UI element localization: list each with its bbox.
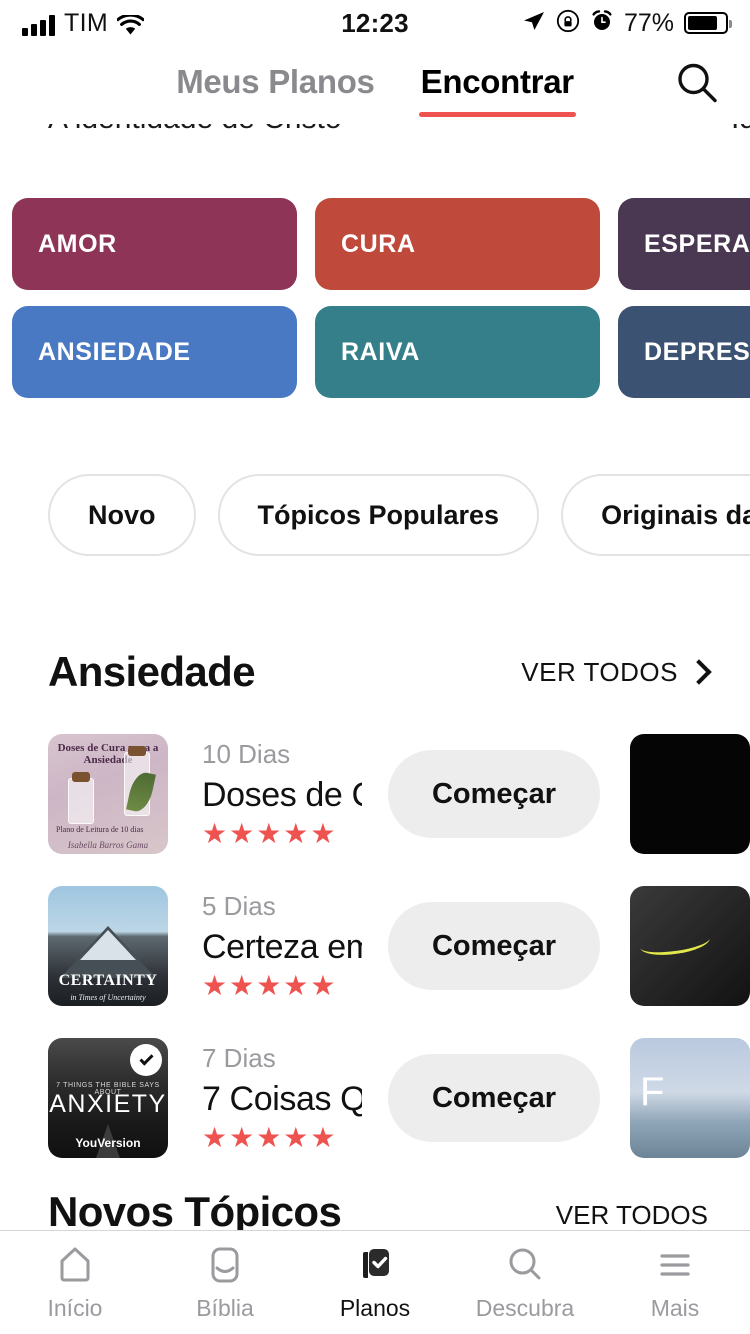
nav-tab-encontrar[interactable]: Encontrar bbox=[418, 63, 576, 117]
squiggle-shape bbox=[638, 927, 712, 959]
plan-duration: 7 Dias bbox=[202, 1043, 276, 1073]
nav-tab-meus-planos[interactable]: Meus Planos bbox=[176, 63, 375, 107]
thumbnail-letter: F bbox=[640, 1070, 665, 1114]
carousel-peek-row: A identidade de Cristo Id bbox=[0, 124, 750, 172]
rating-stars: ★★★★★ bbox=[202, 818, 338, 849]
filter-pill-label: Tópicos Populares bbox=[257, 499, 500, 530]
tab-label: Mais bbox=[650, 1294, 700, 1321]
category-tile-amor[interactable]: AMOR bbox=[12, 198, 297, 290]
tab-label: Bíblia bbox=[196, 1294, 254, 1321]
bottle-shape bbox=[68, 778, 94, 824]
tab-planos[interactable]: Planos bbox=[300, 1244, 450, 1322]
category-label: RAIVA bbox=[341, 337, 420, 366]
category-label: ESPERANÇA bbox=[644, 229, 750, 258]
plan-list: Doses de Cura para a Ansiedade Plano de … bbox=[0, 718, 750, 1174]
adjacent-plan-thumbnail[interactable] bbox=[630, 734, 750, 854]
plan-thumbnail[interactable]: 7 THINGS THE BIBLE SAYS ABOUT ANXIETY Yo… bbox=[48, 1038, 168, 1158]
see-all-button[interactable]: VER TODOS bbox=[521, 656, 712, 688]
filter-pill-label: Originais da bbox=[601, 499, 750, 530]
thumbnail-subtitle: in Times of Uncertainty bbox=[70, 993, 146, 1002]
thumbnail-subtitle: Plano de Leitura de 10 dias bbox=[56, 825, 144, 834]
start-button[interactable]: Começar bbox=[388, 1054, 600, 1142]
plan-meta: 5 Dias Certeza em Te... ★★★★★ bbox=[168, 891, 362, 1001]
section-header-ansiedade: Ansiedade VER TODOS bbox=[0, 648, 750, 696]
tab-label: Início bbox=[47, 1294, 103, 1321]
plan-meta: 10 Dias Doses de Cura... ★★★★★ bbox=[168, 739, 362, 849]
adjacent-plan-thumbnail[interactable]: F bbox=[630, 1038, 750, 1158]
next-section-see-all[interactable]: VER TODOS bbox=[556, 1200, 708, 1231]
start-button[interactable]: Começar bbox=[388, 750, 600, 838]
category-tile-cura[interactable]: CURA bbox=[315, 198, 600, 290]
category-label: DEPRESSÃO bbox=[644, 337, 750, 366]
battery-icon bbox=[684, 12, 732, 34]
carousel-peek-title: A identidade de Cristo bbox=[48, 124, 342, 136]
rating-stars: ★★★★★ bbox=[202, 1122, 338, 1153]
check-icon bbox=[138, 1051, 154, 1066]
tab-descubra[interactable]: Descubra bbox=[450, 1244, 600, 1322]
page-title: Ansiedade bbox=[48, 648, 256, 695]
tab-biblia[interactable]: Bíblia bbox=[150, 1244, 300, 1322]
top-nav: Meus Planos Encontrar bbox=[0, 46, 750, 124]
filter-pill-novo[interactable]: Novo bbox=[48, 474, 196, 556]
start-button[interactable]: Começar bbox=[388, 902, 600, 990]
plan-duration: 5 Dias bbox=[202, 891, 276, 921]
filter-pill-originais-da[interactable]: Originais da bbox=[561, 474, 750, 556]
mountain-peak-shape bbox=[80, 930, 136, 960]
completed-badge bbox=[130, 1044, 162, 1076]
category-tile-raiva[interactable]: RAIVA bbox=[315, 306, 600, 398]
tab-label: Descubra bbox=[475, 1294, 575, 1321]
search-icon[interactable] bbox=[674, 60, 720, 111]
category-row-1: AMOR CURA ESPERANÇA bbox=[12, 198, 750, 290]
cork-shape bbox=[128, 746, 146, 756]
plan-thumbnail[interactable]: Doses de Cura para a Ansiedade Plano de … bbox=[48, 734, 168, 854]
tab-mais[interactable]: Mais bbox=[600, 1244, 750, 1322]
plan-title: Doses de Cura... bbox=[202, 776, 362, 814]
menu-icon bbox=[654, 1244, 696, 1286]
filter-pill-topicos-populares[interactable]: Tópicos Populares bbox=[217, 474, 540, 556]
filter-pill-row: Novo Tópicos Populares Originais da bbox=[0, 474, 750, 556]
status-bar: TIM 12:23 77% bbox=[0, 0, 750, 46]
plan-thumbnail[interactable]: CERTAINTY in Times of Uncertainty bbox=[48, 886, 168, 1006]
app-screen: TIM 12:23 77% Meus Planos Encontrar AMOR… bbox=[0, 0, 750, 1334]
thumbnail-signature: Isabella Barros Gama bbox=[67, 840, 149, 850]
thumbnail-caption: CERTAINTY bbox=[58, 972, 158, 989]
start-button-label: Começar bbox=[431, 1081, 557, 1114]
list-item[interactable]: Doses de Cura para a Ansiedade Plano de … bbox=[48, 718, 750, 870]
plan-duration: 10 Dias bbox=[202, 739, 291, 769]
category-label: CURA bbox=[341, 229, 416, 258]
plan-meta: 7 Dias 7 Coisas Que... ★★★★★ bbox=[168, 1043, 362, 1153]
tab-label: Planos bbox=[339, 1294, 411, 1321]
chevron-right-icon bbox=[686, 659, 712, 685]
plan-title: Certeza em Te... bbox=[202, 928, 362, 966]
start-button-label: Começar bbox=[431, 777, 557, 810]
filter-pill-label: Novo bbox=[88, 499, 156, 530]
see-all-label: VER TODOS bbox=[521, 656, 678, 687]
thumbnail-caption: ANXIETY bbox=[49, 1090, 167, 1118]
category-tile-depressao[interactable]: DEPRESSÃO bbox=[618, 306, 750, 398]
bottom-tab-bar: Início Bíblia Planos Descubra Mais bbox=[0, 1230, 750, 1334]
category-tile-esperanca[interactable]: ESPERANÇA bbox=[618, 198, 750, 290]
checklist-icon bbox=[354, 1244, 396, 1286]
tab-inicio[interactable]: Início bbox=[0, 1244, 150, 1322]
category-grid: AMOR CURA ESPERANÇA ANSIEDADE RAIVA DEPR… bbox=[0, 198, 750, 414]
list-item[interactable]: CERTAINTY in Times of Uncertainty 5 Dias… bbox=[48, 870, 750, 1022]
thumbnail-caption: Doses de Cura para a Ansiedade bbox=[57, 742, 159, 766]
category-tile-ansiedade[interactable]: ANSIEDADE bbox=[12, 306, 297, 398]
rating-stars: ★★★★★ bbox=[202, 970, 338, 1001]
adjacent-plan-thumbnail[interactable] bbox=[630, 886, 750, 1006]
list-item[interactable]: 7 THINGS THE BIBLE SAYS ABOUT ANXIETY Yo… bbox=[48, 1022, 750, 1174]
category-row-2: ANSIEDADE RAIVA DEPRESSÃO bbox=[12, 306, 750, 398]
carousel-peek-title-right: Id bbox=[731, 124, 750, 136]
thumbnail-brand: YouVersion bbox=[75, 1136, 141, 1150]
status-bar-clock: 12:23 bbox=[341, 7, 409, 38]
search-icon bbox=[504, 1244, 546, 1286]
plan-title: 7 Coisas Que... bbox=[202, 1080, 362, 1118]
category-label: AMOR bbox=[38, 229, 117, 258]
cork-shape bbox=[72, 772, 90, 782]
home-icon bbox=[54, 1244, 96, 1286]
book-icon bbox=[204, 1244, 246, 1286]
category-label: ANSIEDADE bbox=[38, 337, 191, 366]
start-button-label: Começar bbox=[431, 929, 557, 962]
